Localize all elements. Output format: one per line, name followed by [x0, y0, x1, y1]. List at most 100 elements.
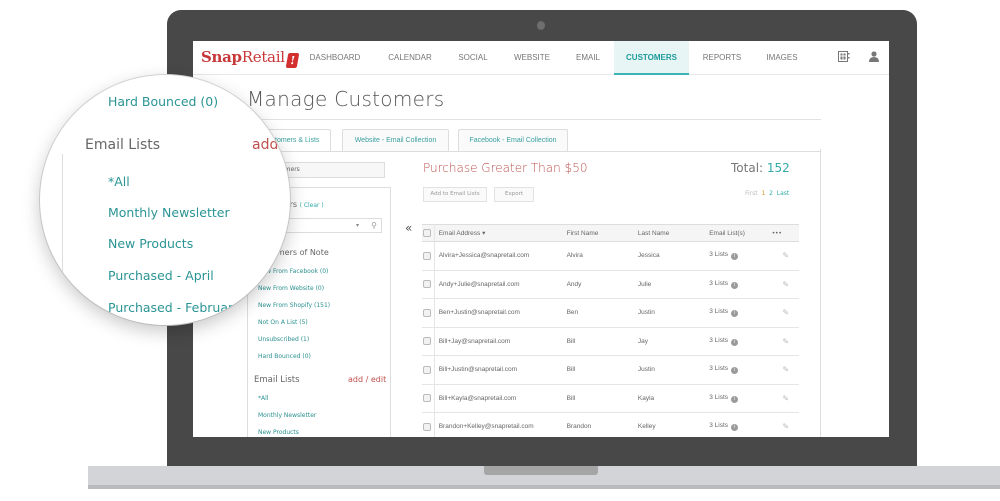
title-divider [247, 119, 821, 120]
table-row[interactable]: Bill+Jay@snapretail.com Bill Jay 3 Lists i ✎ [422, 327, 799, 356]
row-checkbox[interactable] [423, 251, 431, 260]
edit-pencil-icon[interactable]: ✎ [782, 280, 789, 289]
cell-last-name: Justin [633, 355, 706, 385]
tab-facebook-email-collection[interactable]: Facebook - Email Collection [458, 129, 568, 151]
nav-email[interactable]: EMAIL [567, 41, 609, 75]
lists-count: 3 Lists [709, 308, 729, 316]
magnified-list-purchased-february: Purchased - February [108, 300, 241, 315]
cell-first-name: Bill [562, 355, 634, 385]
filter-not-on-a-list[interactable]: Not On A List (5) [258, 319, 308, 326]
edit-pencil-icon[interactable]: ✎ [782, 365, 789, 374]
info-icon[interactable]: i [730, 338, 738, 346]
pager-last[interactable]: Last [777, 190, 790, 197]
nav-social[interactable]: SOCIAL [448, 41, 498, 75]
pager-page-1[interactable]: 1 [761, 190, 765, 197]
edit-pencil-icon[interactable]: ✎ [782, 251, 789, 260]
cell-first-name: Ben [562, 298, 634, 328]
nav-website[interactable]: WEBSITE [506, 41, 558, 75]
cell-edit: ✎ [768, 327, 799, 356]
row-select-cell [422, 327, 435, 356]
edit-pencil-icon[interactable]: ✎ [782, 394, 789, 403]
nav-dashboard[interactable]: DASHBOARD [299, 41, 371, 75]
table-row[interactable]: Ben+Justin@snapretail.com Ben Justin 3 List… [422, 298, 799, 328]
filter-new-from-website[interactable]: New From Website (0) [258, 285, 324, 292]
nav-customers[interactable]: CUSTOMERS [614, 41, 689, 75]
cell-edit: ✎ [768, 241, 799, 271]
email-lists-add-edit-link[interactable]: add / edit [348, 375, 386, 384]
edit-pencil-icon[interactable]: ✎ [782, 337, 789, 346]
cell-first-name: Andy [562, 270, 634, 299]
filter-unsubscribed[interactable]: Unsubscribed (1) [258, 336, 309, 343]
logo-text-snap: Snap [201, 48, 242, 66]
lists-count: 3 Lists [709, 393, 729, 401]
info-icon[interactable]: i [730, 424, 738, 432]
row-checkbox[interactable] [423, 308, 431, 317]
table-row[interactable]: Andy+Julie@snapretail.com Andy Julie 3 List… [422, 270, 799, 299]
cell-email: Bill+Justin@snapretail.com [434, 355, 563, 385]
webcam [537, 21, 545, 30]
edit-pencil-icon[interactable]: ✎ [782, 308, 789, 317]
address-book-icon[interactable] [838, 51, 850, 65]
row-checkbox[interactable] [423, 337, 431, 346]
cell-edit: ✎ [768, 355, 799, 385]
filter-new-from-shopify[interactable]: New From Shopify (151) [258, 302, 330, 309]
search-icon[interactable]: ⚲ [371, 219, 377, 232]
lists-count: 3 Lists [709, 251, 729, 259]
info-icon[interactable]: i [730, 367, 738, 375]
col-email-lists[interactable]: Email List(s) [705, 224, 769, 242]
nav-images[interactable]: IMAGES [758, 41, 806, 75]
clear-link[interactable]: ( Clear ) [300, 202, 324, 209]
table-row[interactable]: Alvira+Jessica@snapretail.com Alvira Jessi… [422, 241, 799, 271]
search-field-dropdown-icon[interactable]: ▾ [356, 219, 359, 232]
table-row[interactable]: Bill+Justin@snapretail.com Bill Justin 3 Li… [422, 355, 799, 385]
info-icon[interactable]: i [730, 281, 738, 289]
row-checkbox[interactable] [423, 365, 431, 374]
user-icon[interactable] [869, 51, 879, 65]
cell-edit: ✎ [768, 270, 799, 299]
tab-website-email-collection[interactable]: Website - Email Collection [342, 129, 449, 151]
export-button[interactable]: Export [494, 187, 534, 202]
cell-last-name: Jay [633, 327, 706, 356]
row-checkbox[interactable] [423, 280, 431, 289]
collapse-sidebar-icon[interactable]: « [405, 221, 412, 235]
row-select-cell [422, 412, 435, 437]
info-icon[interactable]: i [730, 395, 738, 403]
col-email-label: Email Address [438, 230, 481, 237]
cell-email-lists: 3 Lists i [705, 241, 769, 271]
page-title: Manage Customers [247, 87, 445, 111]
email-list-monthly-newsletter[interactable]: Monthly Newsletter [258, 412, 316, 419]
pager-first[interactable]: First [745, 190, 758, 197]
col-last-name[interactable]: Last Name [633, 224, 706, 242]
info-icon[interactable]: i [730, 253, 738, 261]
select-all-checkbox[interactable] [423, 229, 431, 237]
email-list-new-products[interactable]: New Products [258, 429, 299, 436]
row-checkbox[interactable] [423, 394, 431, 403]
filter-hard-bounced[interactable]: Hard Bounced (0) [258, 353, 311, 360]
cell-first-name: Alvira [562, 241, 634, 271]
nav-reports[interactable]: REPORTS [696, 41, 748, 75]
col-first-name[interactable]: First Name [562, 224, 634, 242]
more-options-icon[interactable]: ••• [768, 224, 799, 242]
table-header-row: Email Address ▾ First Name Last Name Ema… [422, 224, 799, 242]
row-checkbox[interactable] [423, 422, 431, 431]
zoom-magnifier: Hard Bounced (0) Email Lists add / *All … [40, 75, 290, 325]
magnified-email-lists-heading: Email Lists [85, 137, 161, 153]
edit-pencil-icon[interactable]: ✎ [782, 422, 789, 431]
col-email-address[interactable]: Email Address ▾ [434, 224, 563, 242]
magnified-add-link: add / [252, 137, 288, 153]
table-row[interactable]: Brandon+Kelley@snapretail.com Brandon Kell… [422, 412, 799, 437]
lists-count: 3 Lists [709, 336, 729, 344]
info-icon[interactable]: i [730, 310, 738, 318]
select-all-cell [422, 224, 435, 242]
segment-title: Purchase Greater Than $50 [423, 161, 588, 175]
magnified-panel-border [62, 154, 63, 279]
snapretail-logo[interactable]: SnapRetail! [201, 48, 300, 68]
pager-page-2[interactable]: 2 [769, 190, 773, 197]
table-row[interactable]: Bill+Kayla@snapretail.com Bill Kayla 3 List… [422, 384, 799, 413]
cell-edit: ✎ [768, 384, 799, 413]
add-to-email-lists-button[interactable]: Add to Email Lists [423, 187, 487, 202]
nav-calendar[interactable]: CALENDAR [379, 41, 441, 75]
cell-first-name: Bill [562, 327, 634, 356]
email-list-all[interactable]: *All [258, 395, 268, 402]
cell-edit: ✎ [768, 412, 799, 437]
